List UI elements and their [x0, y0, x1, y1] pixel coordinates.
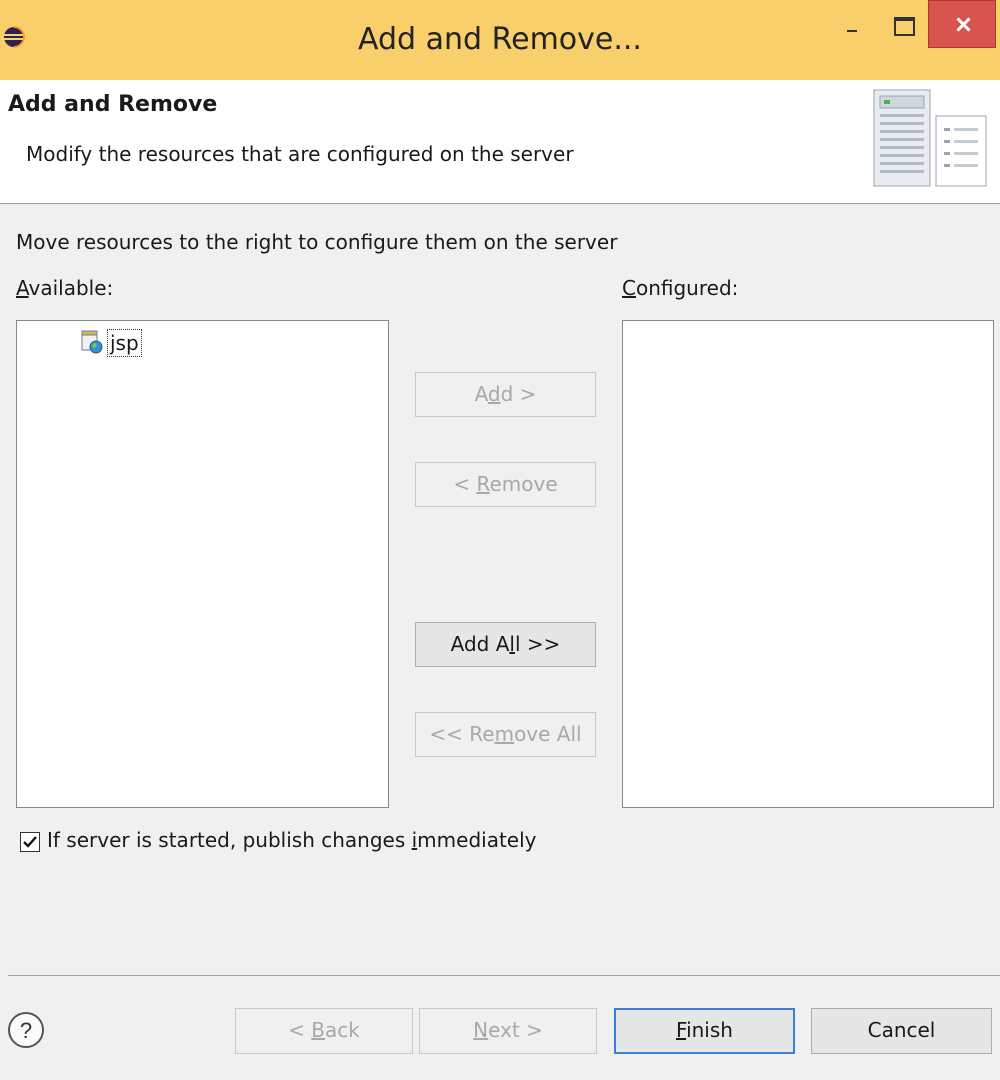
- back-button-text: <: [288, 1018, 312, 1042]
- remove-button-text: <: [453, 472, 477, 496]
- add-button[interactable]: Add >: [415, 372, 596, 417]
- available-list[interactable]: jsp: [16, 320, 389, 808]
- instruction-text: Move resources to the right to configure…: [16, 230, 618, 254]
- wizard-banner: Add and Remove Modify the resources that…: [0, 80, 1000, 204]
- next-button[interactable]: Next >: [419, 1008, 597, 1054]
- web-project-icon: [81, 330, 103, 354]
- next-button-text-rest: ext >: [488, 1018, 543, 1042]
- list-item-label: jsp: [107, 329, 142, 357]
- back-button-text-rest: ack: [325, 1018, 360, 1042]
- list-item-jsp[interactable]: jsp: [57, 327, 157, 359]
- add-button-text-rest: d >: [500, 382, 537, 406]
- remove-button[interactable]: < Remove: [415, 462, 596, 507]
- remove-all-button[interactable]: << Remove All: [415, 712, 596, 757]
- next-button-mnemonic: N: [473, 1018, 489, 1042]
- page-description: Modify the resources that are configured…: [26, 142, 574, 166]
- minimize-icon[interactable]: [830, 0, 876, 50]
- finish-button-mnemonic: F: [676, 1018, 687, 1042]
- publish-label-text-rest: mmediately: [417, 828, 537, 852]
- svg-text:?: ?: [20, 1018, 32, 1043]
- available-label: Available:: [16, 276, 113, 300]
- add-all-button-text: Add A: [450, 632, 510, 656]
- remove-button-text-rest: emove: [489, 472, 558, 496]
- title-bar[interactable]: Add and Remove...: [0, 0, 1000, 80]
- add-button-mnemonic: d: [487, 382, 501, 406]
- available-label-text: vailable:: [28, 276, 114, 300]
- finish-button-text-rest: inish: [686, 1018, 733, 1042]
- server-icon: [873, 89, 987, 187]
- footer-separator: [8, 975, 1000, 976]
- add-button-text: A: [474, 382, 488, 406]
- configured-list[interactable]: [622, 320, 994, 808]
- finish-button[interactable]: Finish: [614, 1008, 795, 1054]
- remove-button-mnemonic: R: [476, 472, 490, 496]
- remove-all-button-mnemonic: m: [494, 722, 515, 746]
- publish-checkbox[interactable]: [20, 832, 40, 852]
- checkmark-icon: [23, 836, 37, 848]
- publish-checkbox-label: If server is started, publish changes im…: [47, 828, 537, 852]
- add-all-button-text-rest: l >>: [514, 632, 561, 656]
- back-button[interactable]: < Back: [235, 1008, 413, 1054]
- back-button-mnemonic: B: [311, 1018, 325, 1042]
- cancel-button[interactable]: Cancel: [811, 1008, 992, 1054]
- remove-all-button-text: << Re: [429, 722, 495, 746]
- remove-all-button-text-rest: ove All: [514, 722, 582, 746]
- publish-label-text: If server is started, publish changes: [47, 828, 412, 852]
- page-title: Add and Remove: [8, 92, 218, 117]
- maximize-icon[interactable]: [880, 0, 926, 50]
- close-icon[interactable]: [928, 0, 996, 48]
- available-label-mnemonic: A: [16, 276, 29, 300]
- add-all-button[interactable]: Add All >>: [415, 622, 596, 667]
- configured-label: Configured:: [622, 276, 738, 300]
- configured-label-text: onfigured:: [635, 276, 739, 300]
- help-icon[interactable]: ?: [6, 1010, 46, 1050]
- configured-label-mnemonic: C: [622, 276, 636, 300]
